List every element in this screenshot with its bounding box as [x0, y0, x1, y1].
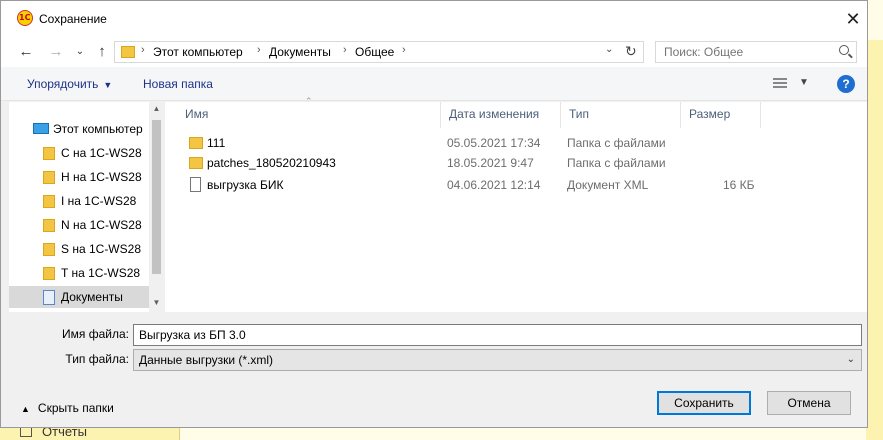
forward-button[interactable]: →	[45, 41, 67, 63]
column-header-size[interactable]: Размер	[681, 102, 761, 128]
filetype-value: Данные выгрузки (*.xml)	[139, 353, 274, 367]
navigation-pane: Этот компьютер C на 1C-WS28 H на 1C-WS28…	[9, 102, 149, 312]
breadcrumb-general[interactable]: Общее	[355, 45, 394, 59]
scroll-up-icon[interactable]: ▲	[151, 104, 162, 113]
window-title: Сохранение	[39, 12, 107, 26]
tree-item-drive-n[interactable]: N на 1C-WS28	[9, 214, 149, 236]
file-name: patches_180520210943	[207, 156, 336, 170]
column-header-date[interactable]: Дата изменения	[441, 102, 561, 128]
help-icon[interactable]: ?	[837, 75, 855, 93]
file-type: Документ XML	[567, 178, 649, 192]
column-header-name[interactable]: Имя	[177, 102, 441, 128]
search-box[interactable]	[655, 41, 857, 63]
breadcrumb-separator[interactable]: ›	[141, 44, 145, 56]
filetype-select[interactable]: Данные выгрузки (*.xml) ⌄	[133, 349, 862, 371]
search-input[interactable]	[656, 42, 836, 62]
1c-app-icon: 1С	[17, 10, 33, 26]
tree-item-drive-t[interactable]: T на 1C-WS28	[9, 262, 149, 284]
tree-item-label: C на 1C-WS28	[61, 146, 142, 160]
filename-input[interactable]	[134, 325, 861, 345]
tree-item-label: Этот компьютер	[53, 122, 143, 136]
refresh-icon[interactable]: ↻	[625, 43, 637, 60]
save-form: Имя файла: Тип файла: Данные выгрузки (*…	[1, 313, 867, 427]
filename-label: Имя файла:	[62, 327, 129, 341]
organize-label: Упорядочить	[27, 77, 99, 91]
tree-item-this-pc[interactable]: Этот компьютер	[9, 118, 149, 140]
navigation-scrollbar[interactable]: ▲ ▼	[149, 102, 164, 312]
tree-item-label: I на 1C-WS28	[61, 194, 137, 208]
folder-icon	[43, 171, 55, 184]
close-button[interactable]: ✕	[841, 7, 865, 31]
breadcrumb-separator[interactable]: ›	[343, 44, 347, 56]
folder-icon	[43, 267, 55, 280]
view-options-icon[interactable]	[773, 78, 787, 90]
title-bar: 1С Сохранение ✕	[1, 1, 867, 37]
file-row[interactable]: 111 05.05.2021 17:34 Папка с файлами	[165, 133, 867, 153]
file-date: 05.05.2021 17:34	[447, 136, 541, 150]
caret-up-icon: ▲	[21, 404, 30, 414]
folder-icon	[189, 157, 203, 169]
tree-item-label: S на 1C-WS28	[61, 242, 141, 256]
chevron-down-icon[interactable]: ⌄	[605, 44, 613, 55]
tree-item-drive-h[interactable]: H на 1C-WS28	[9, 166, 149, 188]
hide-folders-label: Скрыть папки	[37, 401, 114, 415]
file-size: 16 КБ	[723, 178, 755, 192]
file-type: Папка с файлами	[567, 136, 666, 150]
breadcrumb-documents[interactable]: Документы	[269, 45, 331, 59]
pc-icon	[33, 123, 49, 134]
file-date: 18.05.2021 9:47	[447, 156, 534, 170]
new-folder-button[interactable]: Новая папка	[143, 77, 213, 91]
back-button[interactable]: ←	[15, 41, 37, 63]
folder-icon	[189, 137, 203, 149]
recent-locations-button[interactable]: ⌄	[69, 41, 91, 63]
file-type: Папка с файлами	[567, 156, 666, 170]
navigation-bar: ← → ⌄ ↑ › Этот компьютер › Документы › О…	[1, 37, 867, 67]
file-list: ⌃ Имя Дата изменения Тип Размер 111 05.0…	[165, 96, 867, 312]
hide-folders-button[interactable]: ▲ Скрыть папки	[21, 401, 114, 415]
scrollbar-thumb[interactable]	[152, 120, 161, 274]
tree-item-drive-i[interactable]: I на 1C-WS28	[9, 190, 149, 212]
tree-item-documents[interactable]: Документы	[9, 286, 149, 308]
folder-icon	[43, 147, 55, 160]
folder-icon	[43, 195, 55, 208]
scroll-down-icon[interactable]: ▼	[151, 298, 162, 307]
up-button[interactable]: ↑	[91, 41, 113, 63]
tree-item-label: N на 1C-WS28	[61, 218, 142, 232]
breadcrumb-this-pc[interactable]: Этот компьютер	[153, 45, 243, 59]
background-panel	[866, 40, 883, 440]
file-name: 111	[207, 136, 226, 150]
folder-icon	[121, 46, 135, 58]
column-header-type[interactable]: Тип	[561, 102, 681, 128]
save-button[interactable]: Сохранить	[657, 391, 751, 415]
breadcrumb-separator[interactable]: ›	[257, 44, 261, 56]
file-date: 04.06.2021 12:14	[447, 178, 541, 192]
cancel-button[interactable]: Отмена	[767, 391, 851, 415]
chevron-down-icon: ⌄	[846, 354, 855, 365]
command-toolbar: Упорядочить ▼ Новая папка ▼ ?	[1, 67, 867, 101]
documents-icon	[43, 290, 55, 305]
tree-item-label: T на 1C-WS28	[61, 266, 141, 280]
tree-item-label: H на 1C-WS28	[61, 170, 142, 184]
save-dialog: 1С Сохранение ✕ ← → ⌄ ↑ › Этот компьютер…	[0, 0, 868, 428]
file-icon	[190, 177, 201, 192]
address-bar[interactable]: › Этот компьютер › Документы › Общее › ⌄…	[114, 41, 644, 63]
search-icon	[839, 45, 849, 55]
filetype-label: Тип файла:	[65, 352, 129, 366]
file-row[interactable]: patches_180520210943 18.05.2021 9:47 Пап…	[165, 153, 867, 173]
breadcrumb-separator[interactable]: ›	[402, 44, 406, 56]
tree-item-drive-s[interactable]: S на 1C-WS28	[9, 238, 149, 260]
folder-icon	[43, 219, 55, 232]
file-name: выгрузка БИК	[207, 178, 284, 192]
tree-item-drive-c[interactable]: C на 1C-WS28	[9, 142, 149, 164]
file-row[interactable]: выгрузка БИК 04.06.2021 12:14 Документ X…	[165, 175, 867, 195]
organize-button[interactable]: Упорядочить ▼	[27, 77, 112, 91]
tree-item-label: Документы	[61, 290, 123, 304]
folder-icon	[43, 243, 55, 256]
caret-down-icon: ▼	[103, 80, 113, 90]
caret-down-icon[interactable]: ▼	[799, 77, 809, 88]
filename-field[interactable]	[133, 324, 862, 346]
